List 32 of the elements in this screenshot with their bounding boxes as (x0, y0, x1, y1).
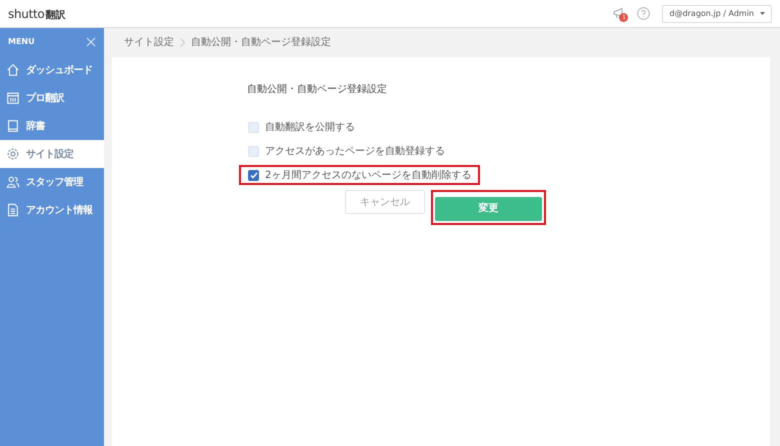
form-title: 自動公開・自動ページ登録設定 (247, 82, 388, 97)
option-label: 自動翻訳を公開する (265, 120, 355, 134)
settings-icon (6, 147, 20, 161)
caret-icon (760, 12, 765, 15)
logo[interactable]: shutto翻訳 (8, 4, 66, 22)
sidebar-item[interactable]: サイト設定 (0, 140, 104, 168)
check-icon (250, 172, 258, 178)
calendar-icon (6, 91, 20, 105)
checkbox[interactable] (248, 122, 259, 132)
checkbox[interactable] (248, 170, 259, 180)
sidebar-item[interactable]: アカウント情報 (0, 196, 104, 224)
sidebar-item[interactable]: 辞書 (0, 112, 104, 140)
sidebar-item[interactable]: スタッフ管理 (0, 168, 104, 196)
breadcrumb-item[interactable]: サイト設定 (124, 35, 174, 50)
menu-title: MENU (8, 36, 35, 48)
house-icon (6, 63, 20, 77)
sidebar-item[interactable]: ダッシュボード (0, 56, 104, 84)
change-button[interactable]: 変更 (435, 196, 542, 220)
option-label: 2ヶ月間アクセスのないページを自動削除する (265, 168, 472, 182)
option-label: アクセスがあったページを自動登録する (265, 144, 445, 158)
sidebar-item[interactable]: プロ翻訳 (0, 84, 104, 112)
help-icon[interactable] (637, 7, 650, 20)
breadcrumb-item: 自動公開・自動ページ登録設定 (191, 36, 331, 50)
book-icon (6, 119, 20, 133)
people-icon (6, 175, 20, 189)
close-icon[interactable] (86, 37, 96, 47)
cancel-button[interactable]: キャンセル (345, 190, 425, 214)
checkbox[interactable] (248, 146, 259, 156)
chevron-right-icon (180, 38, 185, 47)
document-icon (6, 203, 20, 217)
account-dropdown[interactable]: d@dragon.jp / Admin (662, 4, 772, 22)
megaphone-icon (613, 6, 626, 18)
